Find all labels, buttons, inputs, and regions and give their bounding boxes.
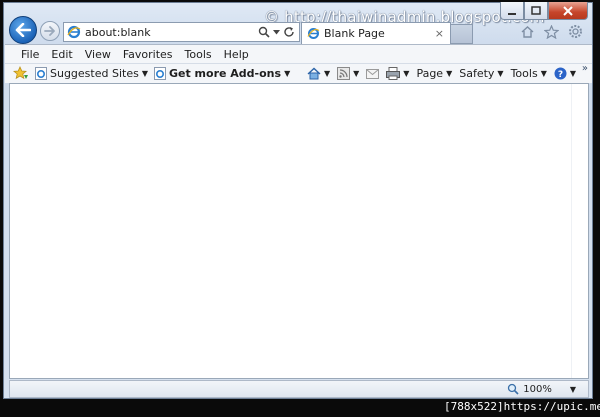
dropdown-caret-icon[interactable] (273, 29, 280, 35)
get-addons-item[interactable]: Get more Add-ons ▼ (153, 67, 291, 80)
help-caret-icon: ▼ (569, 69, 576, 78)
page-menu-label: Page (416, 67, 444, 80)
page-content-area[interactable] (9, 83, 589, 379)
window-controls (500, 2, 588, 20)
home-icon[interactable] (520, 25, 535, 39)
ie-page-icon (153, 67, 166, 80)
search-icon[interactable] (258, 26, 270, 38)
maximize-button[interactable] (524, 2, 548, 20)
help-icon: ? (554, 67, 567, 80)
refresh-icon[interactable] (283, 26, 295, 38)
menu-edit[interactable]: Edit (45, 48, 78, 61)
back-button[interactable] (9, 16, 37, 44)
command-bar: ▼ ▼ ▼ Page ▼ Safety ▼ Tools ▼ ? ▼ (307, 67, 576, 80)
get-addons-caret-icon: ▼ (284, 69, 291, 78)
print-icon (386, 67, 401, 80)
image-caption: [788x522]https://upic.me/ (444, 400, 600, 413)
toolbar-overflow-icon[interactable]: » (582, 63, 588, 74)
minimize-button[interactable] (500, 2, 524, 20)
toolbar-right-icons (520, 24, 583, 39)
ie-tab-icon (307, 28, 320, 39)
feeds-caret-icon: ▼ (353, 69, 360, 78)
menu-tools[interactable]: Tools (179, 48, 218, 61)
svg-text:?: ? (558, 70, 563, 80)
zoom-icon (508, 383, 519, 395)
page-menu[interactable]: Page ▼ (416, 67, 452, 80)
favorites-bar-star-icon[interactable] (13, 66, 29, 81)
tools-menu[interactable]: Tools ▼ (511, 67, 547, 80)
close-icon (563, 5, 573, 16)
back-arrow-icon (15, 23, 31, 37)
menu-bar: File Edit View Favorites Tools Help (5, 44, 592, 63)
tab-title: Blank Page (324, 27, 385, 40)
forward-arrow-icon (44, 26, 55, 36)
screenshot-frame: © http://thaiwinadmin.blogspot.com about… (0, 0, 600, 417)
help-command[interactable]: ? ▼ (554, 67, 576, 80)
suggested-sites-caret-icon: ▼ (141, 69, 148, 78)
browser-window: © http://thaiwinadmin.blogspot.com about… (3, 2, 593, 399)
tab-blank-page[interactable]: Blank Page × (301, 22, 451, 44)
tools-caret-icon: ▼ (540, 69, 547, 78)
zoom-caret-icon[interactable]: ▼ (570, 385, 576, 394)
status-bar: 100% ▼ (9, 380, 589, 398)
address-url[interactable]: about:blank (85, 26, 258, 39)
print-command[interactable]: ▼ (386, 67, 409, 80)
get-addons-label: Get more Add-ons (168, 67, 282, 80)
favorites-bar: Suggested Sites ▼ Get more Add-ons ▼ ▼ ▼ (5, 63, 592, 83)
tools-menu-label: Tools (510, 67, 538, 80)
minimize-icon (508, 12, 516, 15)
safety-caret-icon: ▼ (497, 69, 504, 78)
mail-icon (366, 68, 380, 79)
safety-menu-label: Safety (459, 67, 495, 80)
rss-feed-icon (337, 67, 351, 80)
gear-icon[interactable] (568, 24, 583, 39)
forward-button[interactable] (40, 21, 60, 41)
menu-view[interactable]: View (79, 48, 117, 61)
close-button[interactable] (548, 2, 588, 20)
address-bar[interactable]: about:blank (63, 22, 300, 42)
menu-help[interactable]: Help (218, 48, 255, 61)
maximize-icon (531, 6, 541, 15)
tab-close-button[interactable]: × (435, 27, 444, 40)
new-tab-button[interactable] (451, 24, 473, 44)
home-icon (307, 67, 321, 80)
safety-menu[interactable]: Safety ▼ (459, 67, 503, 80)
ie-page-icon (35, 67, 47, 80)
home-command[interactable]: ▼ (307, 67, 330, 80)
feeds-command[interactable]: ▼ (337, 67, 359, 80)
menu-file[interactable]: File (15, 48, 45, 61)
suggested-sites-label: Suggested Sites (50, 67, 139, 80)
home-caret-icon: ▼ (323, 69, 331, 78)
menu-favorites[interactable]: Favorites (117, 48, 179, 61)
suggested-sites-item[interactable]: Suggested Sites ▼ (35, 67, 148, 80)
print-caret-icon: ▼ (403, 69, 410, 78)
favorites-star-icon[interactable] (544, 24, 559, 39)
zoom-level[interactable]: 100% (523, 384, 552, 395)
ie-page-icon (67, 25, 81, 39)
vertical-scrollbar[interactable] (571, 84, 588, 378)
mail-command[interactable] (366, 68, 380, 79)
page-caret-icon: ▼ (446, 69, 453, 78)
